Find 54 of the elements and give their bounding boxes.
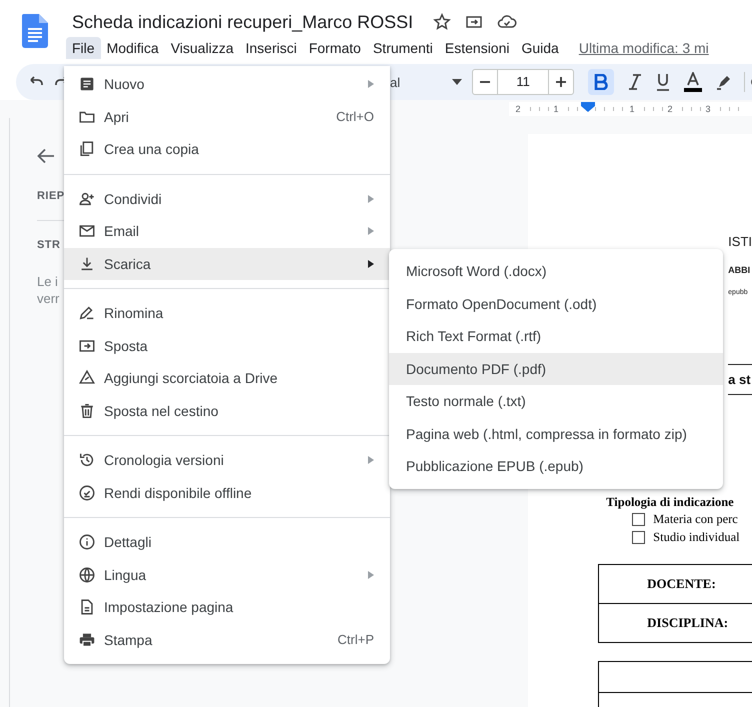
outline-heading: STR xyxy=(36,239,60,251)
menu-item[interactable]: Sposta nel cestino xyxy=(64,394,390,427)
ruler[interactable]: 2 1 1 2 3 xyxy=(509,102,752,116)
menu-item[interactable]: Strumenti xyxy=(366,37,439,59)
outline-heading: RIEP xyxy=(36,190,65,202)
shortcut-text: Ctrl+P xyxy=(338,632,374,648)
menu-item[interactable]: Aggiungi scorciatoia a Drive xyxy=(64,362,390,394)
menu-item[interactable]: File xyxy=(66,37,101,59)
menu-item[interactable]: Impostazione pagina xyxy=(64,591,390,624)
menu-item[interactable]: Rendi disponibile offline xyxy=(64,476,390,509)
document-title[interactable]: Scheda indicazioni recuperi_Marco ROSSI xyxy=(72,12,414,32)
menu-item[interactable]: Email xyxy=(64,215,390,248)
menu-item[interactable]: Lingua xyxy=(64,558,390,591)
menu-item[interactable]: Rinomina xyxy=(64,297,390,330)
document-text: Tipologia di indicazione xyxy=(606,495,735,510)
outline-text: verr xyxy=(36,290,60,307)
menu-item[interactable]: Condividi xyxy=(64,182,390,215)
ruler-number: 2 xyxy=(514,104,522,114)
menu-item[interactable]: Testo normale (.txt) xyxy=(389,385,723,418)
ruler-number: 2 xyxy=(666,104,674,114)
ruler-number: 1 xyxy=(628,104,636,114)
menu-item[interactable]: Modifica xyxy=(100,37,165,59)
menu-item[interactable]: Nuovo xyxy=(64,68,390,100)
menu-item[interactable]: Pubblicazione EPUB (.epub) xyxy=(389,450,723,482)
ruler-number: 3 xyxy=(704,104,712,114)
menu-item[interactable]: Formato xyxy=(302,37,367,59)
menu-item[interactable]: Estensioni xyxy=(438,37,516,59)
menu-item[interactable]: Rich Text Format (.rtf) xyxy=(389,320,723,352)
document-text: ISTI xyxy=(728,234,752,249)
menu-item[interactable]: Pagina web (.html, compressa in formato zip) xyxy=(389,418,723,450)
menu-item[interactable]: Cronologia versioni xyxy=(64,444,390,476)
table-cell-text: DOCENTE: xyxy=(646,575,717,593)
ruler-number: 1 xyxy=(552,104,560,114)
checkbox-label: Materia con perc xyxy=(653,511,738,528)
menu-item[interactable]: Stampa Ctrl+P xyxy=(64,624,390,656)
checkbox-label: Studio individual xyxy=(653,529,740,546)
menu-item[interactable]: Formato OpenDocument (.odt) xyxy=(389,288,723,320)
menu-item[interactable]: Scarica xyxy=(64,248,390,280)
menu-item[interactable]: Dettagli xyxy=(64,526,390,558)
menu-item[interactable]: Apri Ctrl+O xyxy=(64,100,390,133)
menu-item[interactable]: Microsoft Word (.docx) xyxy=(389,255,723,288)
menu-item[interactable]: Inserisci xyxy=(239,37,303,59)
document-text: ABBI xyxy=(728,265,752,275)
section-title: a st xyxy=(728,364,752,395)
menu-item[interactable]: Crea una copia xyxy=(64,133,390,166)
table-cell: DISCIPLINA: xyxy=(599,603,752,642)
shortcut-text: Ctrl+O xyxy=(336,109,374,124)
menu-item[interactable]: Visualizza xyxy=(164,37,240,59)
menu-item[interactable]: Sposta xyxy=(64,330,390,362)
outline-text: Le i xyxy=(36,273,59,290)
menu-item[interactable]: Guida xyxy=(515,37,565,59)
menu-item[interactable]: Documento PDF (.pdf) xyxy=(389,352,723,385)
last-edit-link[interactable]: Ultima modifica: 3 mi xyxy=(578,40,709,56)
font-name-dropdown[interactable]: al xyxy=(390,74,400,90)
